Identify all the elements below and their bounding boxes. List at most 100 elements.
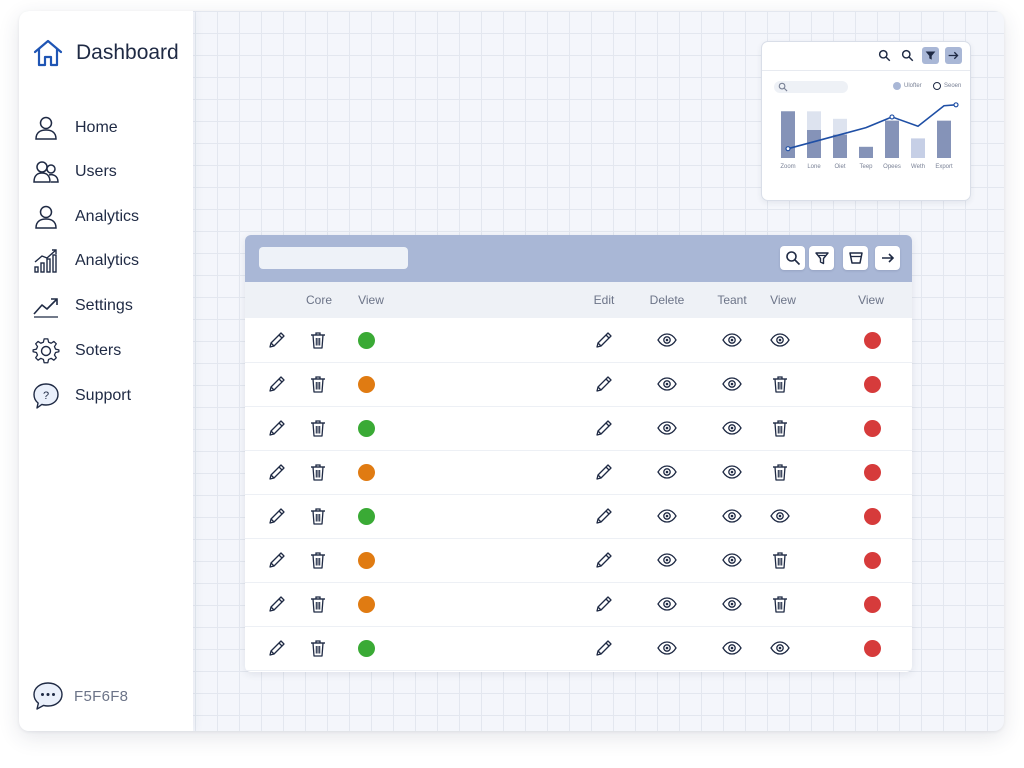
view-button[interactable] bbox=[721, 373, 743, 395]
delete-button[interactable] bbox=[769, 549, 791, 571]
edit-button[interactable] bbox=[266, 637, 288, 659]
column-header-delete[interactable]: Delete bbox=[650, 293, 685, 307]
edit-button[interactable] bbox=[593, 505, 615, 527]
eye-icon bbox=[722, 553, 742, 567]
view-button[interactable] bbox=[721, 637, 743, 659]
column-header-core[interactable]: Core bbox=[306, 293, 332, 307]
chart-tick-label: Lone bbox=[807, 164, 821, 170]
status-dot bbox=[357, 463, 375, 481]
table-row[interactable] bbox=[245, 450, 912, 495]
table-header: Core View Edit Delete Teant View View bbox=[245, 282, 912, 318]
eye-icon bbox=[722, 509, 742, 523]
pencil-icon bbox=[269, 332, 285, 348]
view-button[interactable] bbox=[656, 505, 678, 527]
table-row[interactable] bbox=[245, 582, 912, 627]
edit-button[interactable] bbox=[593, 593, 615, 615]
delete-button[interactable] bbox=[769, 417, 791, 439]
sidebar-item-home[interactable]: Home bbox=[32, 113, 182, 143]
search-icon bbox=[778, 82, 788, 92]
view-button[interactable] bbox=[656, 637, 678, 659]
column-header-teant[interactable]: Teant bbox=[717, 293, 746, 307]
edit-button[interactable] bbox=[593, 373, 615, 395]
mini-chart: Zoom Lone Oiet Teep Opees Weth Export bbox=[780, 102, 959, 170]
delete-button[interactable] bbox=[307, 417, 329, 439]
view-button[interactable] bbox=[656, 461, 678, 483]
trash-icon bbox=[311, 376, 325, 393]
delete-button[interactable] bbox=[307, 637, 329, 659]
edit-button[interactable] bbox=[593, 549, 615, 571]
view-button[interactable] bbox=[769, 637, 791, 659]
edit-button[interactable] bbox=[593, 461, 615, 483]
sidebar-item-settings[interactable]: Settings bbox=[32, 291, 182, 321]
view-button[interactable] bbox=[769, 505, 791, 527]
chart-search-input[interactable] bbox=[774, 81, 848, 93]
edit-button[interactable] bbox=[266, 461, 288, 483]
view-button[interactable] bbox=[721, 593, 743, 615]
funnel-button[interactable] bbox=[843, 246, 868, 270]
delete-button[interactable] bbox=[307, 549, 329, 571]
delete-button[interactable] bbox=[307, 505, 329, 527]
delete-button[interactable] bbox=[769, 373, 791, 395]
view-button[interactable] bbox=[721, 417, 743, 439]
table-row[interactable] bbox=[245, 318, 912, 363]
table-row[interactable] bbox=[245, 362, 912, 407]
status-dot bbox=[863, 551, 881, 569]
edit-button[interactable] bbox=[593, 637, 615, 659]
view-button[interactable] bbox=[656, 373, 678, 395]
table-row[interactable] bbox=[245, 406, 912, 451]
delete-button[interactable] bbox=[307, 593, 329, 615]
edit-button[interactable] bbox=[593, 329, 615, 351]
status-dot bbox=[863, 595, 881, 613]
view-button[interactable] bbox=[721, 329, 743, 351]
edit-button[interactable] bbox=[266, 373, 288, 395]
view-button[interactable] bbox=[656, 549, 678, 571]
delete-button[interactable] bbox=[769, 593, 791, 615]
edit-button[interactable] bbox=[266, 549, 288, 571]
edit-button[interactable] bbox=[266, 593, 288, 615]
edit-button[interactable] bbox=[593, 417, 615, 439]
sidebar-item-users[interactable]: Users bbox=[32, 157, 182, 187]
delete-button[interactable] bbox=[307, 329, 329, 351]
view-button[interactable] bbox=[721, 549, 743, 571]
column-header-view[interactable]: View bbox=[358, 293, 384, 307]
search-button[interactable] bbox=[780, 246, 805, 270]
view-button[interactable] bbox=[656, 593, 678, 615]
home-icon bbox=[33, 39, 63, 67]
sidebar-item-soters[interactable]: Soters bbox=[32, 336, 182, 366]
table-row[interactable] bbox=[245, 538, 912, 583]
delete-button[interactable] bbox=[307, 373, 329, 395]
chart-legend-item[interactable]: Seoen bbox=[933, 82, 961, 90]
chart-filter-button[interactable] bbox=[922, 47, 939, 64]
chart-export-button[interactable] bbox=[945, 47, 962, 64]
column-header-view-3[interactable]: View bbox=[858, 293, 884, 307]
table-row[interactable] bbox=[245, 494, 912, 539]
view-button[interactable] bbox=[769, 329, 791, 351]
view-button[interactable] bbox=[721, 505, 743, 527]
sidebar-item-analytics[interactable]: Analytics bbox=[32, 202, 182, 232]
search-icon bbox=[901, 49, 914, 62]
table-search-input[interactable] bbox=[259, 247, 408, 269]
sidebar-item-support[interactable]: ? Support bbox=[32, 381, 182, 411]
edit-button[interactable] bbox=[266, 329, 288, 351]
column-header-view-2[interactable]: View bbox=[770, 293, 796, 307]
view-button[interactable] bbox=[721, 461, 743, 483]
filter-button[interactable] bbox=[809, 246, 834, 270]
brand[interactable]: Dashboard bbox=[32, 35, 179, 71]
column-header-edit[interactable]: Edit bbox=[594, 293, 615, 307]
delete-button[interactable] bbox=[307, 461, 329, 483]
next-button[interactable] bbox=[875, 246, 900, 270]
sidebar-item-analytics-chart[interactable]: Analytics bbox=[32, 246, 182, 276]
view-button[interactable] bbox=[656, 329, 678, 351]
chart-tick-label: Export bbox=[935, 164, 953, 170]
edit-button[interactable] bbox=[266, 417, 288, 439]
chart-legend-item[interactable]: Ulofter bbox=[893, 82, 922, 90]
chart-search-button[interactable] bbox=[876, 47, 893, 64]
chart-point bbox=[785, 146, 791, 152]
delete-button[interactable] bbox=[769, 461, 791, 483]
chart-zoom-button[interactable] bbox=[899, 47, 916, 64]
edit-button[interactable] bbox=[266, 505, 288, 527]
view-button[interactable] bbox=[656, 417, 678, 439]
table-row[interactable] bbox=[245, 626, 912, 671]
sidebar-footer[interactable]: F5F6F8 bbox=[32, 681, 128, 711]
pencil-icon bbox=[596, 376, 612, 392]
